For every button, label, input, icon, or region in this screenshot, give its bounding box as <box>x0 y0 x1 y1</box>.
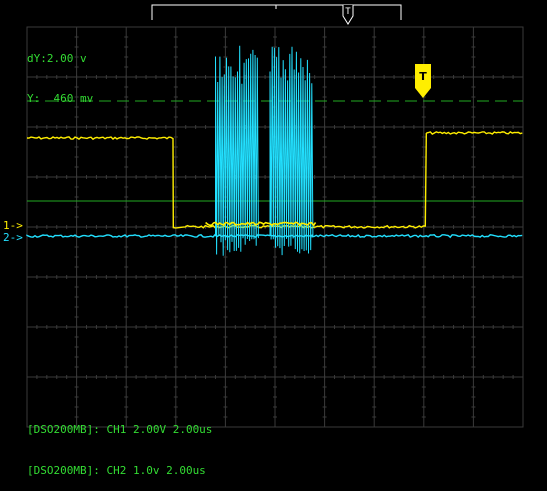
trigger-marker[interactable]: T <box>415 64 431 98</box>
time-position-bracket[interactable]: T <box>151 4 402 25</box>
trigger-position-label: T <box>345 7 351 17</box>
y-readout: Y: 460 mv <box>27 92 94 105</box>
trigger-label: T <box>419 70 427 83</box>
ch2-ground-marker[interactable]: 2-> <box>3 231 23 244</box>
cursor-readout: dY:2.00 v Y: 460 mv <box>27 26 93 119</box>
dy-readout: dY:2.00 v <box>27 52 87 65</box>
ch1-status: [DSO200MB]: CH1 2.00V 2.00us <box>27 423 213 436</box>
status-bar: [DSO200MB]: CH1 2.00V 2.00us [DSO200MB]:… <box>27 396 212 491</box>
ch2-status: [DSO200MB]: CH2 1.0v 2.00us <box>27 464 206 477</box>
